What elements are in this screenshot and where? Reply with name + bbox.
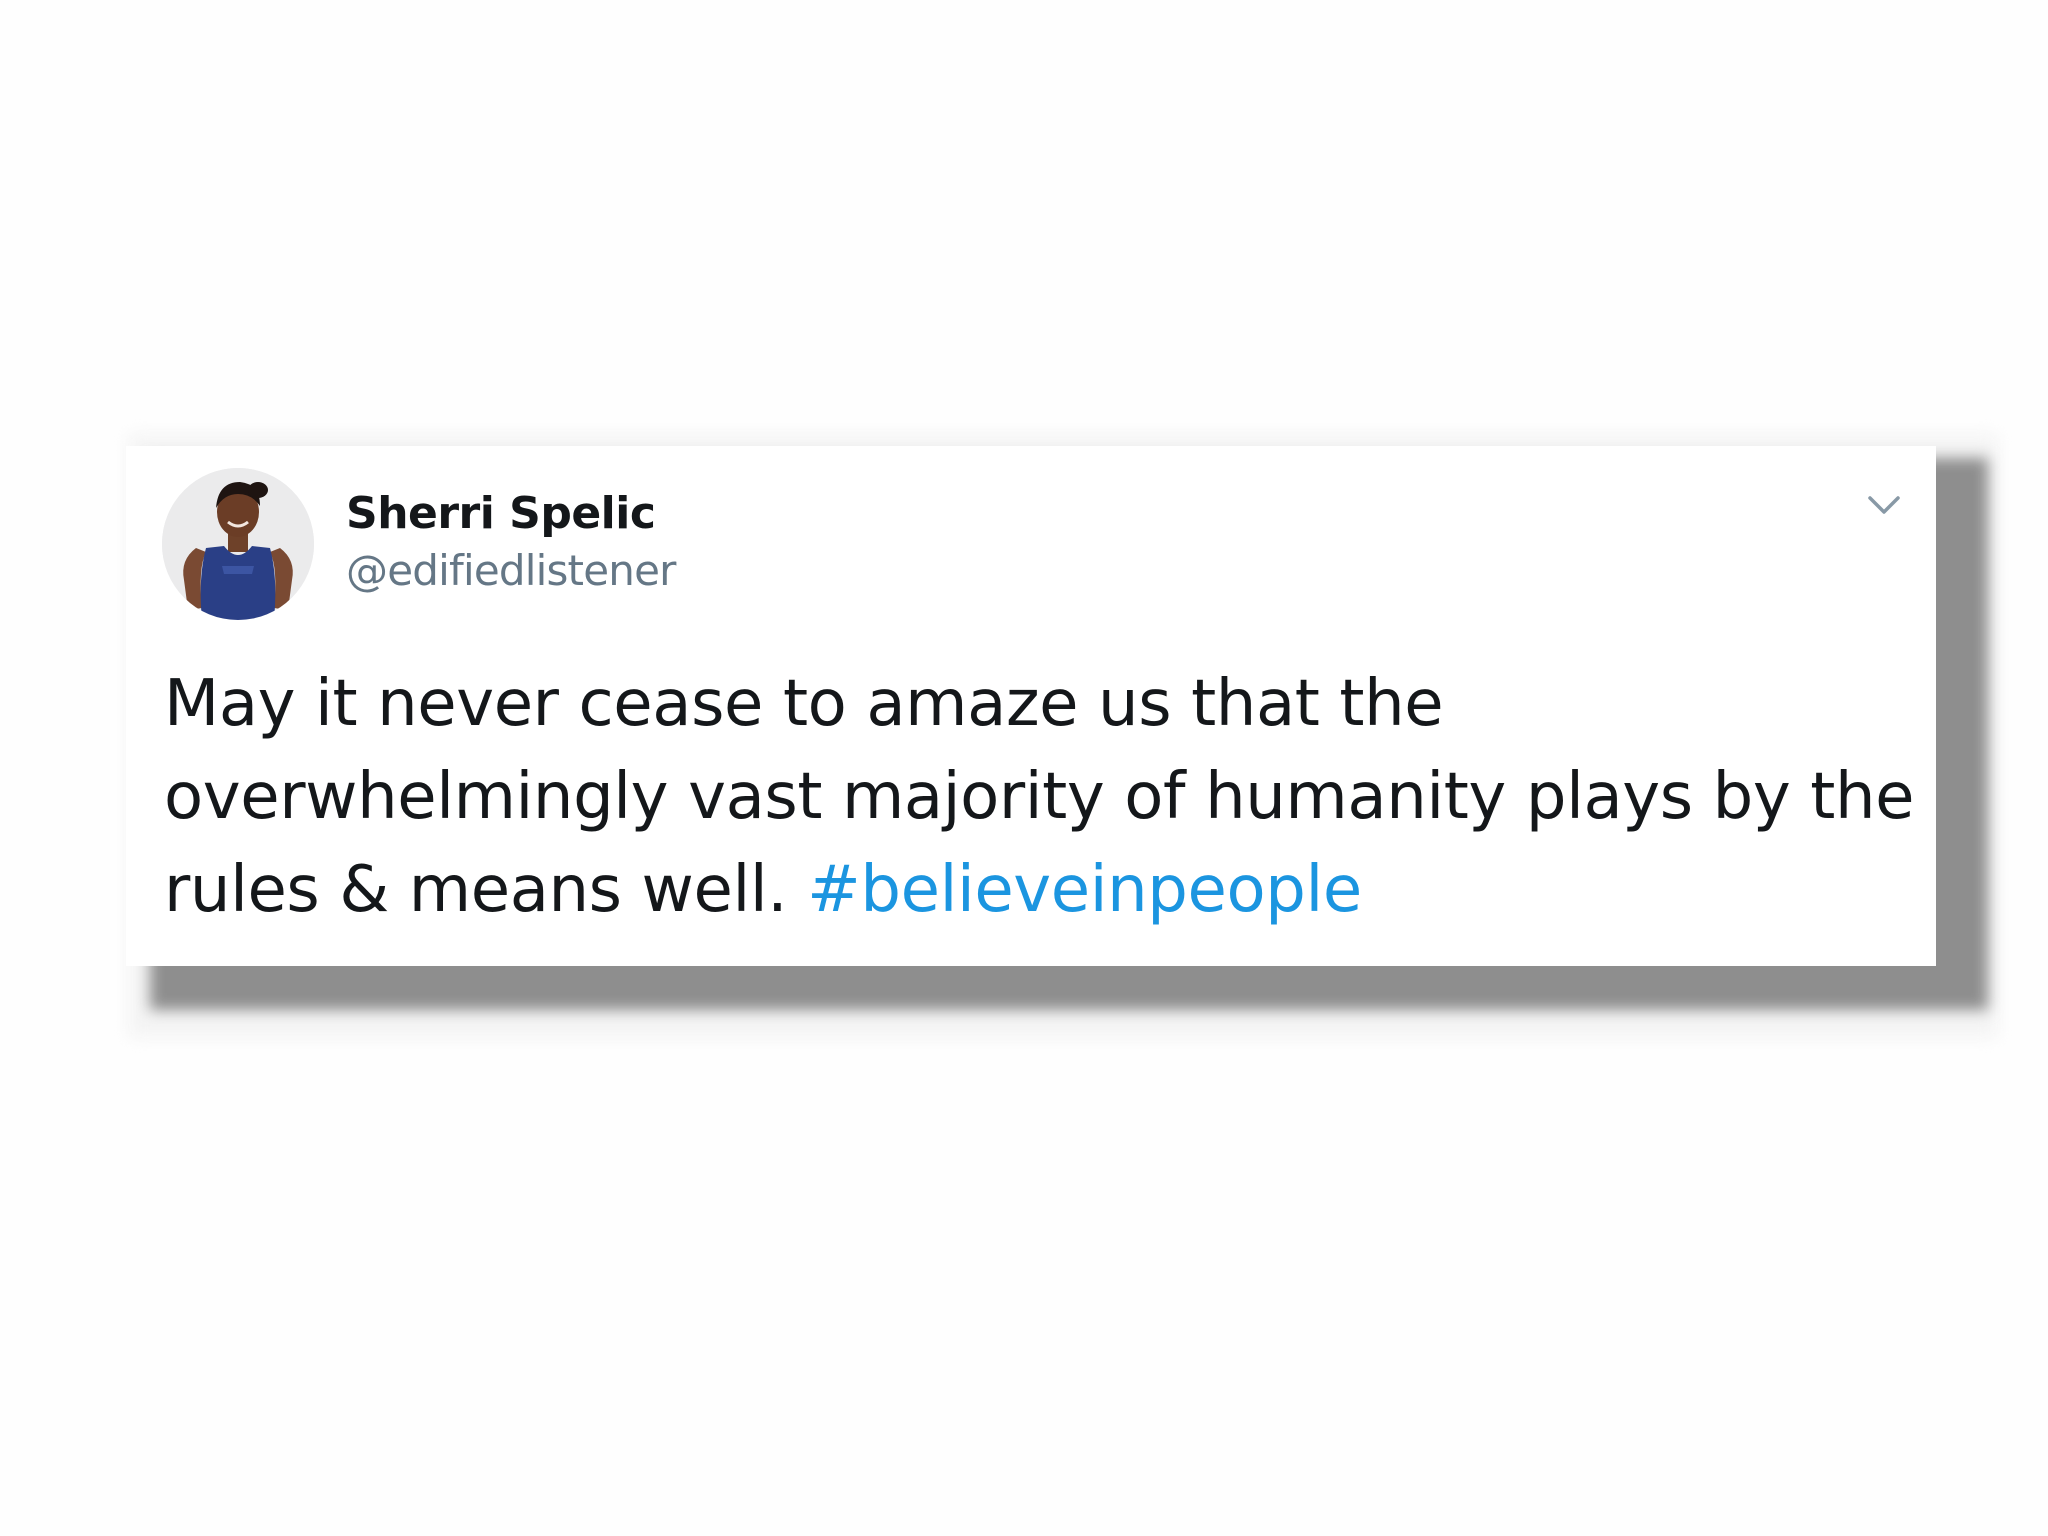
avatar[interactable] — [162, 468, 314, 620]
screenshot-page: Sherri Spelic @edifiedlistener May it ne… — [0, 0, 2048, 1536]
tweet-text-segment: rules & means well. — [164, 853, 808, 927]
display-name[interactable]: Sherri Spelic — [346, 488, 656, 539]
tweet-text-line: rules & means well. #believeinpeople — [164, 844, 1924, 937]
chevron-down-icon[interactable] — [1862, 482, 1906, 526]
profile-photo-icon — [162, 468, 314, 620]
hashtag-link[interactable]: #believeinpeople — [807, 853, 1362, 927]
tweet-text-line: overwhelmingly vast majority of humanity… — [164, 760, 1915, 834]
tweet-text: May it never cease to amaze us that the … — [164, 658, 1924, 937]
tweet-text-line: May it never cease to amaze us that the — [164, 667, 1444, 741]
user-handle[interactable]: @edifiedlistener — [346, 546, 676, 595]
tweet-card: Sherri Spelic @edifiedlistener May it ne… — [126, 446, 1936, 966]
